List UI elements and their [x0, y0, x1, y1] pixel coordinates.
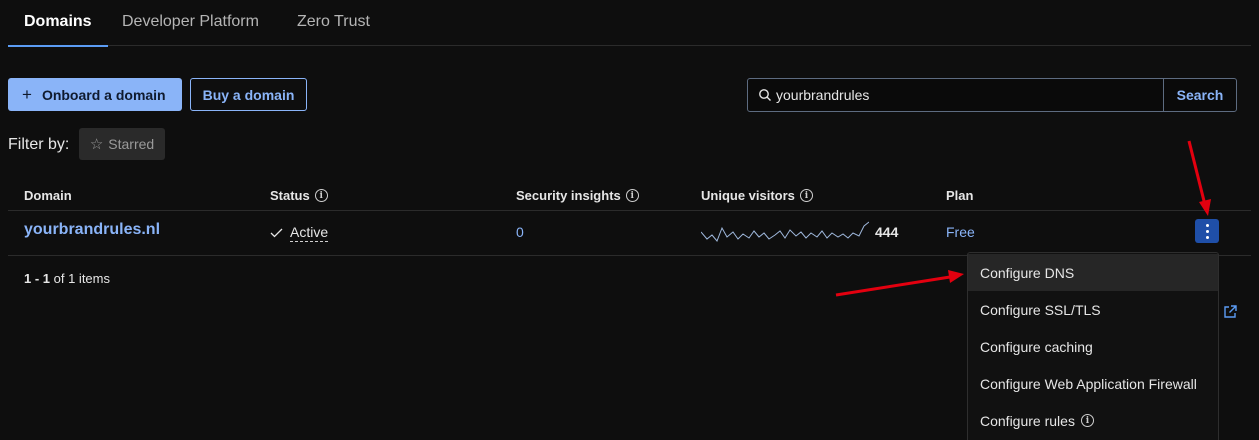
column-header-domain: Domain	[24, 188, 72, 203]
arrowhead	[948, 270, 964, 283]
buy-domain-button[interactable]: Buy a domain	[190, 78, 307, 111]
search-button[interactable]: Search	[1163, 79, 1236, 111]
annotation-arrow-kebab	[1187, 140, 1207, 206]
info-icon[interactable]: i	[625, 189, 639, 202]
search-box: Search	[747, 78, 1237, 112]
row-actions-dropdown: Configure DNS Configure SSL/TLS Configur…	[967, 252, 1219, 440]
checkmark-icon	[270, 228, 283, 238]
column-header-label: Domain	[24, 188, 72, 203]
unique-visitors-value: 444	[875, 224, 899, 240]
plan-link[interactable]: Free	[946, 224, 975, 240]
tab-developer-platform[interactable]: Developer Platform	[106, 0, 275, 46]
domain-link[interactable]: yourbrandrules.nl	[24, 221, 160, 239]
row-actions-menu-button[interactable]	[1195, 219, 1219, 243]
table-divider	[8, 210, 1251, 211]
menu-item-label: Configure rules	[980, 412, 1075, 429]
column-header-label: Security insights	[516, 188, 621, 203]
pagination-summary: 1 - 1 of 1 items	[24, 271, 110, 286]
menu-item-configure-rules[interactable]: Configure rules i	[968, 402, 1218, 439]
filter-label: Filter by:	[8, 136, 70, 153]
column-header-label: Status	[270, 188, 310, 203]
menu-item-configure-ssl-tls[interactable]: Configure SSL/TLS	[968, 291, 1218, 328]
status-cell: Active	[270, 224, 329, 242]
pagination-suffix: of 1 items	[53, 271, 110, 286]
column-header-label: Plan	[946, 188, 974, 203]
tab-domains[interactable]: Domains	[8, 0, 108, 47]
menu-item-configure-caching[interactable]: Configure caching	[968, 328, 1218, 365]
info-icon: i	[1080, 414, 1094, 427]
column-header-security-insights: Security insights i	[516, 188, 639, 203]
column-header-plan: Plan	[946, 188, 973, 203]
tab-zero-trust[interactable]: Zero Trust	[281, 0, 386, 46]
info-icon[interactable]: i	[314, 189, 328, 202]
tab-bar: Domains Developer Platform Zero Trust	[8, 0, 1251, 47]
starred-label: Starred	[108, 136, 155, 152]
starred-filter-chip[interactable]: ☆ Starred	[79, 128, 165, 160]
visitors-sparkline	[701, 221, 869, 242]
column-header-status: Status i	[270, 188, 328, 203]
menu-item-configure-waf[interactable]: Configure Web Application Firewall	[968, 365, 1218, 402]
kebab-dot	[1205, 223, 1209, 227]
onboard-domain-button[interactable]: + Onboard a domain	[8, 78, 182, 111]
pagination-range: 1 - 1	[24, 271, 51, 286]
annotation-arrow-dns	[835, 275, 951, 297]
column-header-label: Unique visitors	[701, 188, 795, 203]
status-text[interactable]: Active	[290, 224, 329, 242]
search-icon	[759, 89, 771, 101]
info-icon[interactable]: i	[799, 189, 813, 202]
onboard-domain-label: Onboard a domain	[41, 86, 166, 103]
search-input[interactable]	[776, 79, 1161, 111]
external-link-icon[interactable]	[1223, 305, 1237, 319]
kebab-dot	[1205, 235, 1209, 239]
star-icon: ☆	[89, 136, 104, 153]
arrowhead	[1199, 199, 1211, 216]
security-insights-link[interactable]: 0	[516, 224, 524, 240]
menu-item-configure-dns[interactable]: Configure DNS	[968, 254, 1218, 291]
plus-icon: +	[22, 85, 32, 104]
kebab-dot	[1205, 229, 1209, 233]
column-header-unique-visitors: Unique visitors i	[701, 188, 813, 203]
